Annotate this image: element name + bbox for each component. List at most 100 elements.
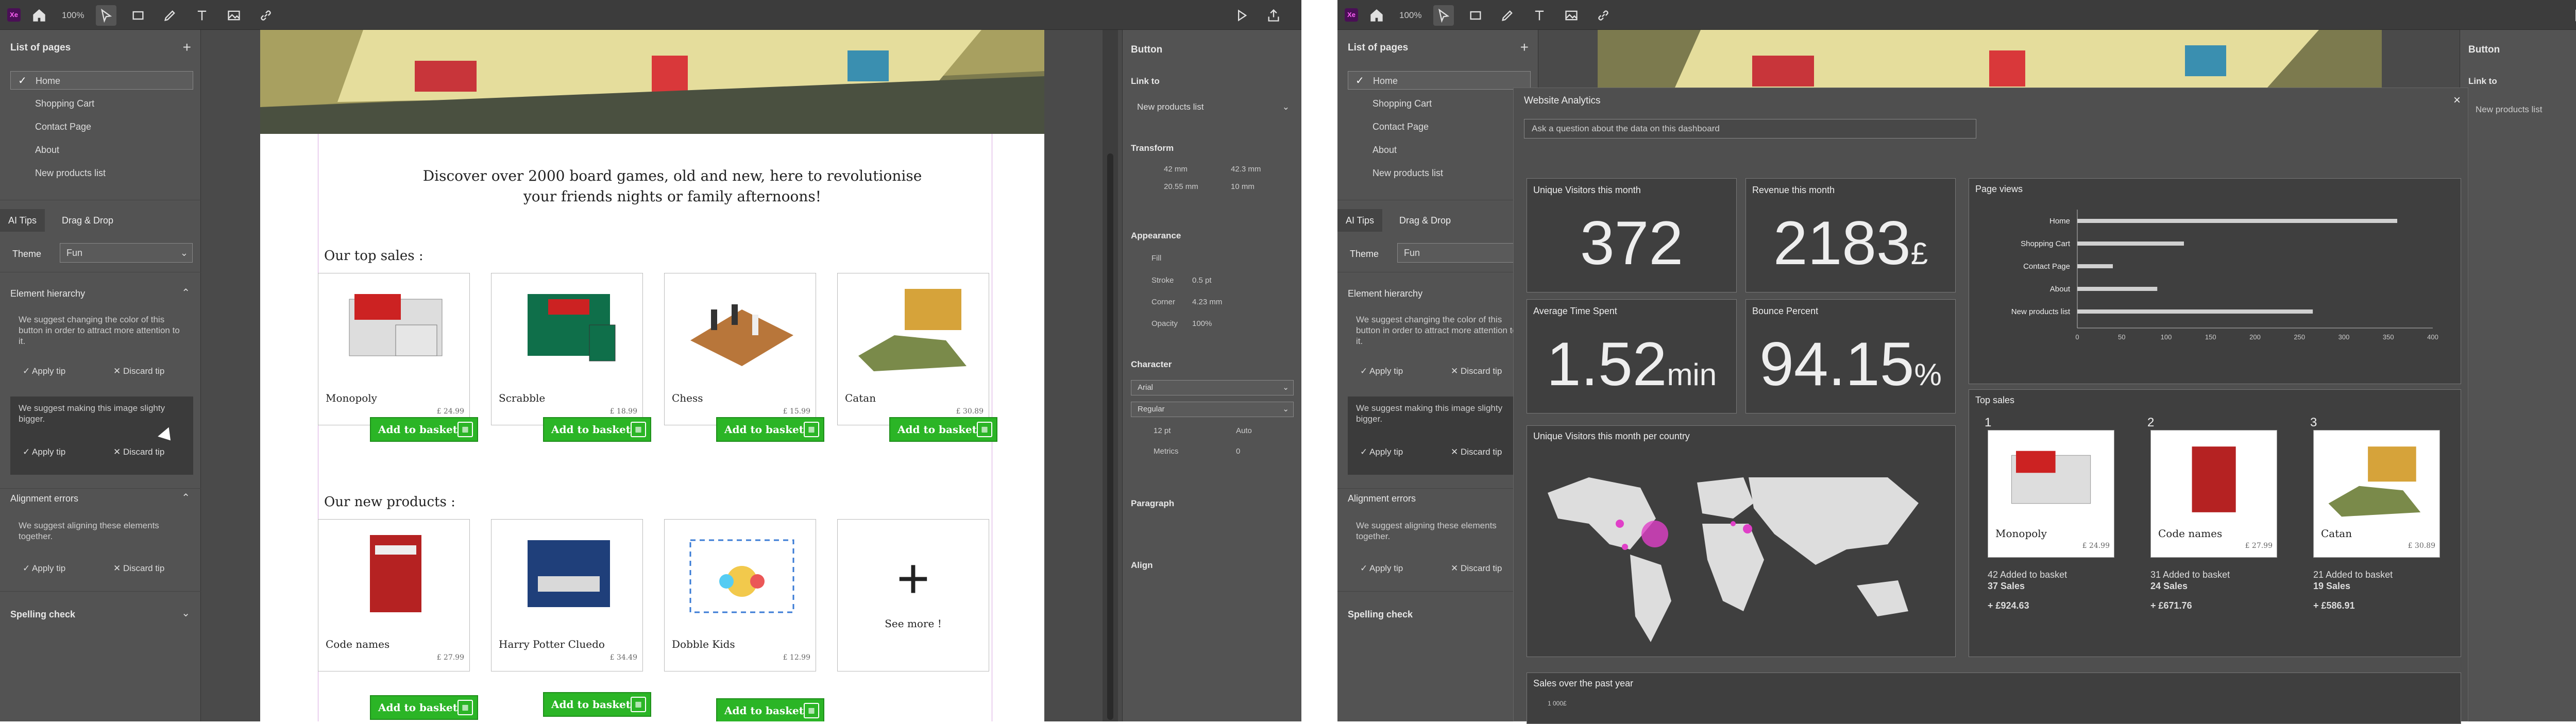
fill-label[interactable]: Fill (1151, 254, 1161, 263)
chevron-up-icon[interactable]: ⌃ (181, 491, 190, 504)
corner-label[interactable]: Corner (1151, 298, 1175, 306)
product-card[interactable]: Monopoly £ 24.99 (1988, 430, 2114, 558)
product-card[interactable]: Harry Potter Cluedo £ 34.49 (491, 519, 643, 671)
page-item-about[interactable]: About (10, 141, 193, 159)
pen-tool-icon[interactable] (1497, 5, 1518, 26)
tab-ai-tips[interactable]: AI Tips (0, 209, 45, 232)
add-to-basket-button[interactable]: Add to basket ▦ (716, 698, 824, 721)
link-tool-icon[interactable] (1593, 5, 1614, 26)
page-item-new-products[interactable]: New products list (1348, 164, 1531, 182)
add-to-basket-button[interactable]: Add to basket ▦ (370, 695, 478, 720)
apply-tip-button[interactable]: ✓ Apply tip (23, 563, 65, 574)
page-item-home[interactable]: ✓ Home (10, 71, 193, 90)
apply-tip-button[interactable]: ✓ Apply tip (1360, 447, 1403, 457)
chevron-down-icon: ⌄ (180, 248, 188, 258)
add-page-icon[interactable]: + (183, 39, 191, 56)
add-to-basket-button[interactable]: Add to basket ▦ (716, 417, 824, 442)
page-item-home[interactable]: ✓ Home (1348, 71, 1531, 90)
add-to-basket-button[interactable]: Add to basket ▦ (543, 417, 651, 442)
add-to-basket-button[interactable]: Add to basket ▦ (543, 692, 651, 717)
corner-value[interactable]: 4.23 mm (1192, 298, 1222, 306)
pen-tool-icon[interactable] (160, 5, 180, 26)
chevron-down-icon[interactable]: ⌄ (181, 607, 190, 619)
select-tool-icon[interactable] (96, 5, 116, 26)
kerning-field[interactable]: Metrics (1154, 447, 1178, 456)
opacity-value[interactable]: 100% (1192, 319, 1212, 328)
question-input[interactable]: Ask a question about the data on this da… (1524, 119, 1976, 139)
font-select[interactable]: Arial ⌄ (1131, 380, 1294, 395)
page-item-about[interactable]: About (1348, 141, 1531, 159)
page-item-contact[interactable]: Contact Page (10, 117, 193, 136)
product-card[interactable]: Code names £ 27.99 (2150, 430, 2277, 558)
page-item-shopping-cart[interactable]: Shopping Cart (1348, 94, 1531, 113)
scrollbar-thumb[interactable] (1107, 153, 1113, 720)
theme-select[interactable]: Fun (1397, 243, 1530, 263)
product-card[interactable]: Monopoly £ 24.99 (318, 273, 470, 425)
text-tool-icon[interactable] (1529, 5, 1550, 26)
play-icon[interactable] (2569, 5, 2576, 26)
select-tool-icon[interactable] (1433, 5, 1454, 26)
image-tool-icon[interactable] (1561, 5, 1582, 26)
apply-tip-button[interactable]: ✓ Apply tip (23, 366, 65, 376)
page-item-contact[interactable]: Contact Page (1348, 117, 1531, 136)
link-tool-icon[interactable] (256, 5, 276, 26)
apply-tip-button[interactable]: ✓ Apply tip (1360, 366, 1403, 376)
separator (1301, 0, 1337, 721)
product-card[interactable]: Code names £ 27.99 (318, 519, 470, 671)
apply-tip-button[interactable]: ✓ Apply tip (23, 447, 65, 457)
properties-panel: Button Link to New products list (2460, 30, 2576, 721)
chevron-up-icon[interactable]: ⌃ (181, 286, 190, 299)
sales-title: Sales over the past year (1533, 678, 1634, 688)
discard-tip-button[interactable]: ✕ Discard tip (1451, 366, 1502, 376)
product-card[interactable]: Scrabble £ 18.99 (491, 273, 643, 425)
tab-drag-drop[interactable]: Drag & Drop (1391, 209, 1459, 232)
see-more-card[interactable]: + See more ! (837, 519, 989, 671)
add-to-basket-button[interactable]: Add to basket ▦ (370, 417, 478, 442)
image-tool-icon[interactable] (224, 5, 244, 26)
opacity-label[interactable]: Opacity (1151, 319, 1178, 328)
apply-tip-button[interactable]: ✓ Apply tip (1360, 563, 1403, 574)
stroke-label[interactable]: Stroke (1151, 276, 1174, 285)
link-value[interactable]: New products list (2476, 105, 2542, 115)
canvas-scrollbar[interactable] (1103, 30, 1118, 721)
home-icon[interactable] (29, 5, 49, 26)
zoom-level[interactable]: 100% (1399, 10, 1421, 21)
link-value: New products list (1137, 102, 1204, 112)
discard-tip-button[interactable]: ✕ Discard tip (113, 366, 164, 376)
rectangle-tool-icon[interactable] (1465, 5, 1486, 26)
rectangle-tool-icon[interactable] (128, 5, 148, 26)
zoom-level[interactable]: 100% (62, 10, 84, 21)
leading-field[interactable]: Auto (1236, 426, 1252, 435)
link-to-select[interactable]: New products list ⌄ (1131, 98, 1294, 117)
stroke-value[interactable]: 0.5 pt (1192, 276, 1212, 285)
tracking-field[interactable]: 0 (1236, 447, 1240, 456)
discard-tip-button[interactable]: ✕ Discard tip (113, 563, 164, 574)
discard-tip-button[interactable]: ✕ Discard tip (1451, 563, 1502, 574)
product-card[interactable]: Dobble Kids £ 12.99 (664, 519, 816, 671)
tick-label: 200 (2249, 333, 2261, 341)
product-card[interactable]: Chess £ 15.99 (664, 273, 816, 425)
x-field[interactable]: 42 mm (1164, 165, 1188, 174)
home-icon[interactable] (1366, 5, 1387, 26)
y-field[interactable]: 20.55 mm (1164, 182, 1198, 191)
close-icon[interactable]: × (2453, 93, 2461, 108)
width-field[interactable]: 42.3 mm (1231, 165, 1261, 174)
theme-select[interactable]: Fun ⌄ (60, 243, 193, 263)
tab-ai-tips[interactable]: AI Tips (1337, 209, 1383, 232)
style-select[interactable]: Regular ⌄ (1131, 402, 1294, 417)
play-icon[interactable] (1231, 5, 1252, 26)
discard-tip-button[interactable]: ✕ Discard tip (113, 447, 164, 457)
product-card[interactable]: Catan £ 30.89 (2313, 430, 2440, 558)
add-page-icon[interactable]: + (1520, 39, 1529, 56)
share-icon[interactable] (1263, 5, 1284, 26)
discard-tip-button[interactable]: ✕ Discard tip (1451, 447, 1502, 457)
add-to-basket-button[interactable]: Add to basket ▦ (889, 417, 997, 442)
product-card[interactable]: Catan £ 30.89 (837, 273, 989, 425)
page-item-new-products[interactable]: New products list (10, 164, 193, 182)
page-item-shopping-cart[interactable]: Shopping Cart (10, 94, 193, 113)
paragraph-title: Paragraph (1131, 498, 1175, 508)
text-tool-icon[interactable] (192, 5, 212, 26)
height-field[interactable]: 10 mm (1231, 182, 1255, 191)
size-field[interactable]: 12 pt (1154, 426, 1171, 435)
tab-drag-drop[interactable]: Drag & Drop (54, 209, 122, 232)
